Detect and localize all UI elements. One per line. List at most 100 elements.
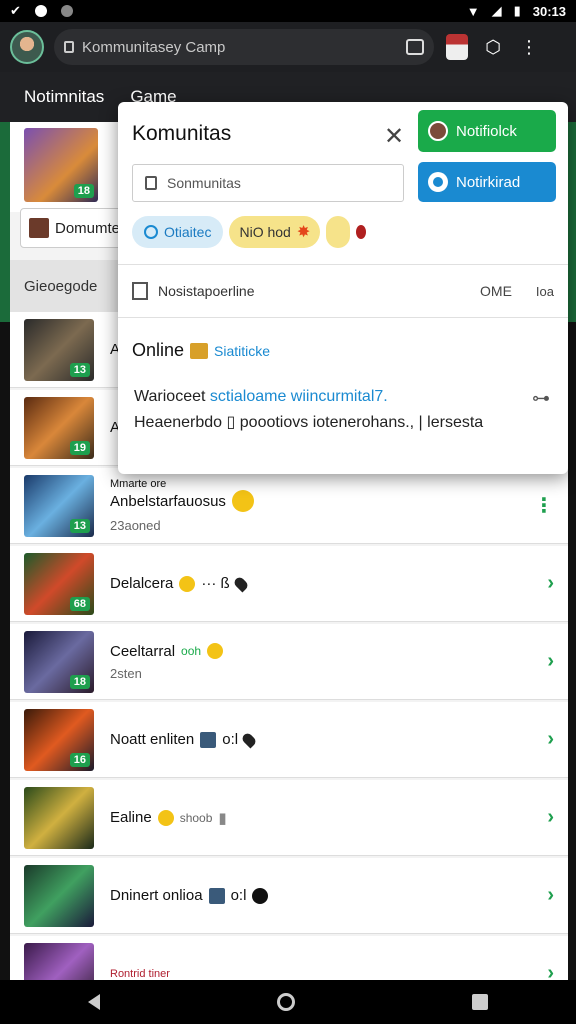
pin-icon	[232, 575, 250, 592]
location-icon	[60, 5, 73, 17]
profile-avatar[interactable]	[10, 30, 44, 64]
chevron-right-icon[interactable]: ›	[547, 572, 554, 595]
status-bar: ✔ ▼ ◢ ▮ 30:13	[0, 0, 576, 22]
online-link[interactable]: Siatiticke	[214, 343, 270, 359]
red-dot-icon	[356, 225, 367, 239]
dialog-list-item[interactable]: Nosistapoerline OME Ioa	[118, 264, 568, 318]
download-button[interactable]: Notirkirad	[418, 162, 556, 202]
search-input[interactable]: Sonmunitas	[132, 164, 404, 202]
notification-button-label: Notifiolck	[456, 122, 517, 140]
download-button-label: Notirkirad	[456, 173, 521, 191]
system-nav-bar	[0, 980, 576, 1024]
star-icon: ✸	[296, 224, 311, 241]
chip-online[interactable]: Otiaitec	[132, 216, 224, 248]
smiley-icon	[179, 575, 196, 592]
dialog-description: Warioceet sctialoame wiincurmital7. Heae…	[134, 384, 534, 436]
avatar-mini-icon	[200, 731, 217, 748]
game-thumbnail: 18	[24, 630, 94, 693]
dialog-title: Komunitas	[132, 122, 232, 145]
close-icon[interactable]: ✕	[384, 122, 404, 151]
desc-text: Warioceet	[134, 388, 210, 405]
ring-icon	[144, 225, 158, 239]
circle-icon	[428, 172, 448, 192]
game-thumbnail: 16	[24, 708, 94, 771]
game-thumbnail: 13	[24, 474, 94, 537]
online-label: Online	[132, 340, 185, 360]
community-dialog: Komunitas ✕ Notifiolck Notirkirad Sonmun…	[118, 102, 568, 474]
wifi-icon: ▼	[466, 3, 480, 19]
online-section: Online Siatiticke	[132, 340, 270, 361]
game-thumbnail	[24, 942, 94, 980]
chevron-right-icon[interactable]: ›	[547, 728, 554, 751]
pin-icon	[240, 731, 258, 748]
list-item-title: Ealine	[110, 809, 152, 826]
shield-icon[interactable]: ⬡	[480, 34, 506, 60]
character-icon[interactable]	[444, 34, 470, 60]
tab-community[interactable]: Notimnitas	[24, 87, 104, 107]
list-item-title: Noatt enliten	[110, 731, 195, 748]
chip-hot[interactable]: NiO hod ✸	[229, 216, 321, 248]
recents-icon[interactable]	[471, 994, 488, 1010]
desc-line-2: Heaenerbdo ▯ poootiovs iotenerohans., | …	[134, 414, 484, 431]
share-icon[interactable]: ⊶	[532, 388, 550, 409]
dialog-list-value: OME	[480, 283, 512, 299]
list-item-extra: o:l	[222, 731, 239, 748]
list-item-title: Delalcera	[110, 575, 174, 592]
notification-button[interactable]: Notifiolck	[418, 110, 556, 152]
game-thumbnail: 13	[24, 318, 94, 381]
list-item[interactable]: Dninert onlioa o:l ›	[10, 858, 568, 934]
filter-chips: Otiaitec NiO hod ✸	[132, 216, 367, 248]
chip-hot-label: NiO hod	[239, 224, 291, 240]
bag-icon	[145, 176, 157, 190]
smiley-icon	[157, 809, 174, 826]
home-icon[interactable]	[276, 993, 295, 1011]
search-placeholder: Sonmunitas	[167, 175, 241, 191]
record-icon	[252, 887, 269, 904]
list-item-extra: o:l	[230, 887, 247, 904]
dialog-list-meta: Ioa	[535, 283, 554, 299]
left-edge-decoration	[0, 122, 10, 322]
game-thumbnail: 68	[24, 552, 94, 615]
list-item[interactable]: 16 Noatt enliten o:l ›	[10, 702, 568, 778]
list-item[interactable]: 13 Mmarte ore Anbelstarfauosus 23aoned ⋮	[10, 468, 568, 544]
game-thumbnail	[24, 864, 94, 927]
list-item[interactable]: 68 Delalcera ··· ß ›	[10, 546, 568, 622]
notification-icon: ✔	[10, 3, 21, 18]
chip-extra[interactable]	[326, 216, 351, 248]
chevron-right-icon[interactable]: ›	[547, 884, 554, 907]
dm-chip-label: Domumte	[55, 219, 121, 237]
dialog-list-label: Nosistapoerline	[158, 283, 255, 299]
list-item-title: Ceeltarral	[110, 642, 176, 660]
more-menu-icon[interactable]: ⋮	[516, 34, 542, 60]
smiley-icon	[231, 490, 254, 512]
tab-switcher-icon[interactable]	[406, 39, 424, 55]
list-item[interactable]: Ealine shoob ▮ ›	[10, 780, 568, 856]
chevron-right-icon[interactable]: ›	[547, 962, 554, 980]
list-item[interactable]: 18 Ceeltarral ooh 2sten ›	[10, 624, 568, 700]
back-icon[interactable]	[88, 994, 101, 1010]
lock-icon	[64, 41, 74, 53]
url-text: Kommunitasey Camp	[82, 38, 226, 56]
more-icon[interactable]: ⋮	[534, 493, 554, 518]
list-item-subtitle: 23aoned	[110, 518, 161, 533]
chevron-right-icon[interactable]: ›	[547, 650, 554, 673]
list-item-title: Rontrid tiner	[110, 967, 170, 980]
list-item-extra: ooh	[181, 644, 202, 658]
list-item-extra: ··· ß	[201, 575, 230, 592]
game-thumbnail: 19	[24, 396, 94, 459]
desc-highlight: sctialoame wiincurmital7.	[209, 388, 388, 405]
clock: 30:13	[532, 3, 566, 19]
signal-icon: ◢	[491, 3, 502, 18]
dm-chip[interactable]: Domumte	[20, 208, 130, 248]
list-item[interactable]: Rontrid tiner ›	[10, 936, 568, 980]
chevron-right-icon[interactable]: ›	[547, 806, 554, 829]
list-item-pretitle: Mmarte ore	[110, 478, 167, 490]
list-item-subtitle: 2sten	[110, 665, 142, 681]
battery-icon: ▮	[513, 3, 521, 18]
list-item-extra: shoob	[179, 810, 213, 825]
browser-toolbar: Kommunitasey Camp ⬡ ⋮	[0, 22, 576, 72]
address-bar[interactable]: Kommunitasey Camp	[54, 29, 434, 65]
list-item-title: Dninert onlioa	[110, 887, 203, 904]
game-thumbnail	[24, 786, 94, 849]
dm-chip-avatar	[29, 218, 49, 238]
